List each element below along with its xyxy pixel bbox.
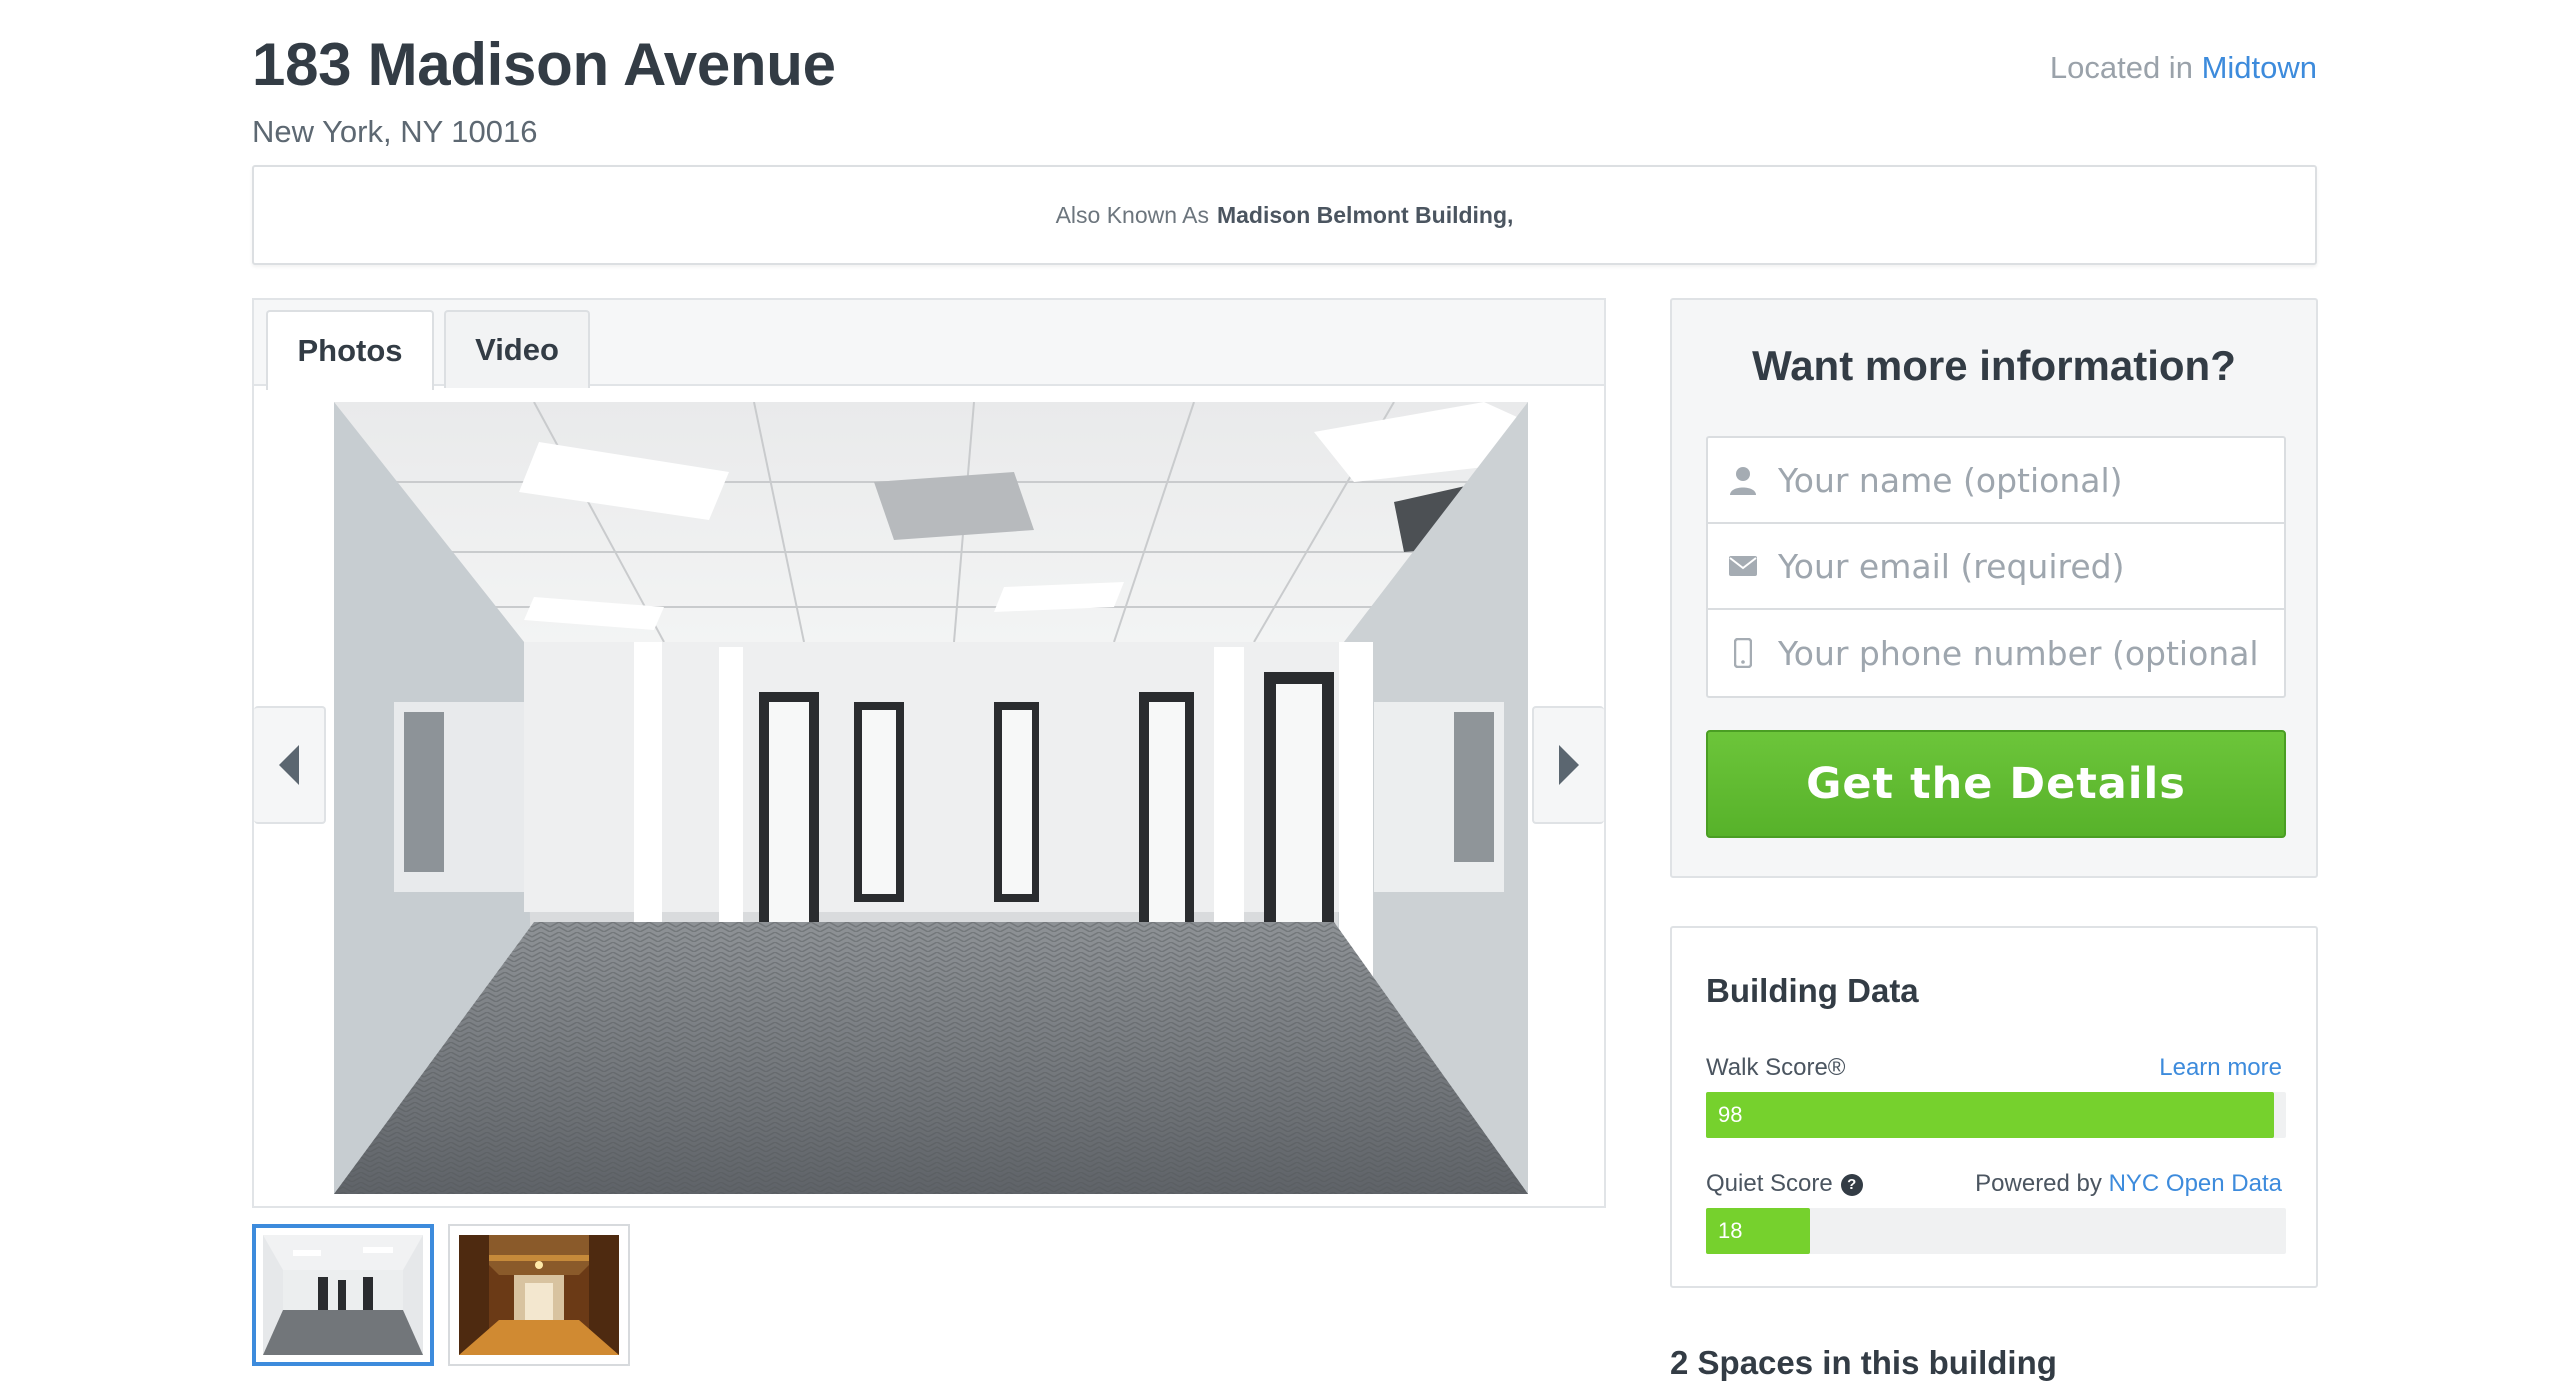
aka-prefix: Also Known As (1055, 201, 1209, 228)
building-header: 183 Madison Avenue New York, NY 10016 Lo… (252, 28, 2317, 149)
contact-form-panel: Want more information? Get the Details (1670, 298, 2318, 878)
walk-score-value: 98 (1718, 1102, 1743, 1127)
walk-score-fill: 98 (1706, 1092, 2275, 1138)
powered-by-prefix: Powered by (1975, 1170, 2102, 1197)
name-field (1708, 438, 2284, 524)
envelope-icon (1728, 549, 1758, 583)
chevron-left-icon (279, 745, 299, 785)
main-photo (334, 402, 1528, 1194)
quiet-score-label-row: Quiet Score? (1706, 1170, 1863, 1198)
chevron-right-icon (1559, 745, 1579, 785)
help-icon[interactable]: ? (1840, 1173, 1863, 1196)
quiet-score-value: 18 (1718, 1218, 1743, 1243)
building-data-panel: Building Data Walk Score® Learn more 98 … (1670, 926, 2318, 1288)
phone-input[interactable] (1778, 633, 2258, 673)
email-field (1708, 524, 2284, 610)
nyc-open-data-link[interactable]: NYC Open Data (2109, 1170, 2282, 1197)
contact-form-heading: Want more information? (1752, 342, 2236, 389)
powered-by: Powered by NYC Open Data (1975, 1170, 2282, 1198)
next-photo-button[interactable] (1532, 706, 1604, 824)
walk-score-label: Walk Score® (1706, 1054, 1846, 1081)
thumbnail-office[interactable] (252, 1224, 434, 1366)
name-input[interactable] (1778, 460, 2258, 500)
tab-video[interactable]: Video (444, 310, 590, 388)
email-input[interactable] (1778, 546, 2258, 586)
thumbnail-lobby[interactable] (448, 1224, 630, 1366)
phone-field (1708, 610, 2284, 696)
thumbnail-office-image (263, 1235, 423, 1355)
neighborhood-link[interactable]: Midtown (2202, 50, 2317, 85)
user-icon (1728, 463, 1758, 497)
also-known-as-banner: Also Known As Madison Belmont Building, (252, 165, 2317, 265)
office-interior-photo (334, 402, 1528, 1194)
thumbnail-lobby-image (459, 1235, 619, 1355)
spaces-heading: 2 Spaces in this building (1670, 1344, 2057, 1381)
quiet-score-fill: 18 (1706, 1208, 1811, 1254)
phone-icon (1728, 636, 1758, 670)
located-prefix: Located in (2049, 50, 2193, 85)
get-details-button[interactable]: Get the Details (1706, 730, 2286, 838)
tab-photos[interactable]: Photos (266, 310, 434, 390)
page-title: 183 Madison Avenue (252, 31, 836, 98)
learn-more-link[interactable]: Learn more (2159, 1054, 2282, 1081)
media-gallery: Photos Video (252, 298, 1606, 1208)
media-tabs: Photos Video (254, 300, 1604, 390)
walk-score-bar: 98 (1706, 1092, 2286, 1138)
aka-name: Madison Belmont Building, (1216, 201, 1514, 228)
located-in: Located in Midtown (2050, 50, 2317, 86)
quiet-score-bar: 18 (1706, 1208, 2286, 1254)
contact-fields (1706, 436, 2286, 698)
quiet-score-label: Quiet Score (1706, 1170, 1833, 1197)
previous-photo-button[interactable] (254, 706, 326, 824)
building-address: New York, NY 10016 (252, 114, 538, 149)
building-data-heading: Building Data (1706, 972, 1919, 1009)
